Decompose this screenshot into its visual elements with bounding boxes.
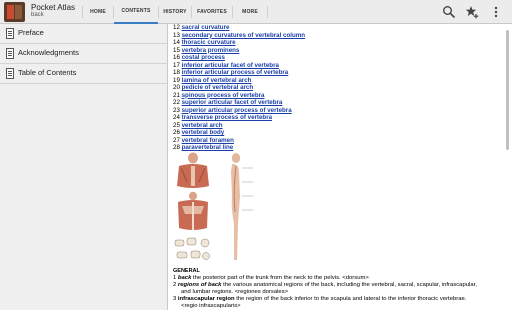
term-list-item[interactable]: 26 vertebral body bbox=[173, 129, 224, 137]
term-number: 23 bbox=[173, 106, 182, 114]
definition-text: the various anatomical regions of the ba… bbox=[221, 282, 477, 288]
term-number: 14 bbox=[173, 39, 182, 46]
term-link[interactable]: inferior articular process of vertebra bbox=[182, 69, 289, 76]
term-number: 19 bbox=[173, 76, 182, 84]
term-number: 27 bbox=[173, 136, 182, 144]
term-number: 24 bbox=[173, 114, 182, 121]
term-number: 15 bbox=[173, 46, 182, 54]
sidebar-item-label: Table of Contents bbox=[18, 68, 77, 77]
tab-more[interactable]: MORE bbox=[233, 0, 267, 24]
term-link[interactable]: vertebral foramen bbox=[182, 137, 234, 144]
term-number: 25 bbox=[173, 121, 182, 129]
app-subtitle: back bbox=[31, 12, 44, 18]
definition-text: the posterior part of the trunk from the… bbox=[191, 275, 369, 281]
anatomy-illustration-back bbox=[174, 152, 253, 260]
term-link[interactable]: superior articular facet of vertebra bbox=[182, 99, 283, 106]
term-list-item[interactable]: 12 sacral curvature bbox=[173, 24, 229, 32]
term-list-item[interactable]: 27 vertebral foramen bbox=[173, 137, 234, 145]
term-number: 17 bbox=[173, 61, 182, 69]
term-number: 22 bbox=[173, 99, 182, 106]
term-list-item[interactable]: 22 superior articular facet of vertebra bbox=[173, 99, 282, 107]
definition-line: and lumbar regions. <regiones dorsales> bbox=[181, 289, 288, 296]
app-title: Pocket Atlas bbox=[31, 3, 76, 12]
sidebar: Preface Acknowledgments Table of Content… bbox=[0, 24, 168, 310]
sidebar-item-acknowledgments[interactable]: Acknowledgments bbox=[0, 44, 168, 64]
definition-text: <regio infrascapularis> bbox=[181, 303, 241, 309]
sidebar-item-preface[interactable]: Preface bbox=[0, 24, 168, 44]
definition-line: <regio infrascapularis> bbox=[181, 303, 241, 310]
app-logo-icon[interactable] bbox=[4, 2, 25, 22]
document-icon bbox=[6, 68, 14, 79]
star-add-icon[interactable] bbox=[465, 5, 479, 19]
term-link[interactable]: lamina of vertebral arch bbox=[182, 77, 252, 84]
term-link[interactable]: sacral curvature bbox=[182, 24, 230, 31]
term-list-item[interactable]: 16 costal process bbox=[173, 54, 225, 62]
term-list-item[interactable]: 20 pedicle of vertebral arch bbox=[173, 84, 253, 92]
overflow-menu-icon[interactable] bbox=[489, 5, 503, 19]
sidebar-item-table-of-contents[interactable]: Table of Contents bbox=[0, 64, 168, 84]
tab-divider bbox=[267, 6, 268, 18]
term-list-item[interactable]: 15 vertebra prominens bbox=[173, 47, 239, 55]
term-list-item[interactable]: 23 superior articular process of vertebr… bbox=[173, 107, 292, 115]
scrollbar[interactable] bbox=[506, 30, 509, 150]
definition-line: 2 regions of back the various anatomical… bbox=[173, 282, 477, 289]
definition-line: 3 infrascapular region the region of the… bbox=[173, 296, 466, 303]
document-icon bbox=[6, 48, 14, 59]
term-link[interactable]: secondary curvatures of vertebral column bbox=[182, 32, 305, 39]
document-icon bbox=[6, 28, 14, 39]
term-link[interactable]: vertebral body bbox=[182, 129, 225, 136]
term-number: 18 bbox=[173, 69, 182, 76]
term-list-item[interactable]: 14 thoracic curvature bbox=[173, 39, 236, 47]
term-number: 28 bbox=[173, 144, 182, 151]
term-number: 16 bbox=[173, 54, 182, 61]
term-link[interactable]: thoracic curvature bbox=[182, 39, 236, 46]
sidebar-item-label: Acknowledgments bbox=[18, 48, 79, 57]
term-number: 12 bbox=[173, 24, 182, 31]
app-bar: Pocket Atlas back HOME CONTENTS HISTORY … bbox=[0, 0, 512, 24]
term-number: 26 bbox=[173, 129, 182, 136]
term-link[interactable]: paravertebral line bbox=[182, 144, 234, 151]
term-number: 21 bbox=[173, 91, 182, 99]
sidebar-item-label: Preface bbox=[18, 28, 44, 37]
definition-text: and lumbar regions. <regiones dorsales> bbox=[181, 289, 289, 295]
term-list-item[interactable]: 24 transverse process of vertebra bbox=[173, 114, 272, 122]
term-list-item[interactable]: 28 paravertebral line bbox=[173, 144, 233, 152]
term-link[interactable]: spinous process of vertebra bbox=[182, 92, 265, 99]
term-link[interactable]: inferior articular facet of vertebra bbox=[182, 62, 279, 69]
definition-term: back bbox=[177, 275, 192, 281]
term-list-item[interactable]: 25 vertebral arch bbox=[173, 122, 223, 130]
tab-history[interactable]: HISTORY bbox=[159, 0, 191, 24]
term-list-item[interactable]: 19 lamina of vertebral arch bbox=[173, 77, 251, 85]
search-icon[interactable] bbox=[442, 5, 456, 19]
term-number: 13 bbox=[173, 31, 182, 39]
term-link[interactable]: pedicle of vertebral arch bbox=[182, 84, 254, 91]
term-list-item[interactable]: 18 inferior articular process of vertebr… bbox=[173, 69, 288, 77]
tab-favorites[interactable]: FAVORITES bbox=[192, 0, 232, 24]
definition-term: regions of back bbox=[177, 282, 222, 288]
definition-text: the region of the back inferior to the s… bbox=[234, 296, 467, 302]
term-link[interactable]: costal process bbox=[182, 54, 225, 61]
term-list-item[interactable]: 13 secondary curvatures of vertebral col… bbox=[173, 32, 305, 40]
definition-term: infrascapular region bbox=[177, 296, 235, 302]
term-link[interactable]: vertebra prominens bbox=[182, 47, 240, 54]
term-link[interactable]: vertebral arch bbox=[182, 122, 223, 129]
tab-home[interactable]: HOME bbox=[83, 0, 113, 24]
term-list-item[interactable]: 21 spinous process of vertebra bbox=[173, 92, 264, 100]
term-list-item[interactable]: 17 inferior articular facet of vertebra bbox=[173, 62, 279, 70]
term-link[interactable]: superior articular process of vertebra bbox=[182, 107, 292, 114]
definition-line: 1 back the posterior part of the trunk f… bbox=[173, 275, 369, 282]
term-number: 20 bbox=[173, 84, 182, 91]
term-link[interactable]: transverse process of vertebra bbox=[182, 114, 272, 121]
tab-contents[interactable]: CONTENTS bbox=[114, 0, 158, 24]
section-heading: GENERAL bbox=[173, 268, 200, 274]
content-pane[interactable]: 12 sacral curvature 13 secondary curvatur… bbox=[169, 24, 512, 310]
